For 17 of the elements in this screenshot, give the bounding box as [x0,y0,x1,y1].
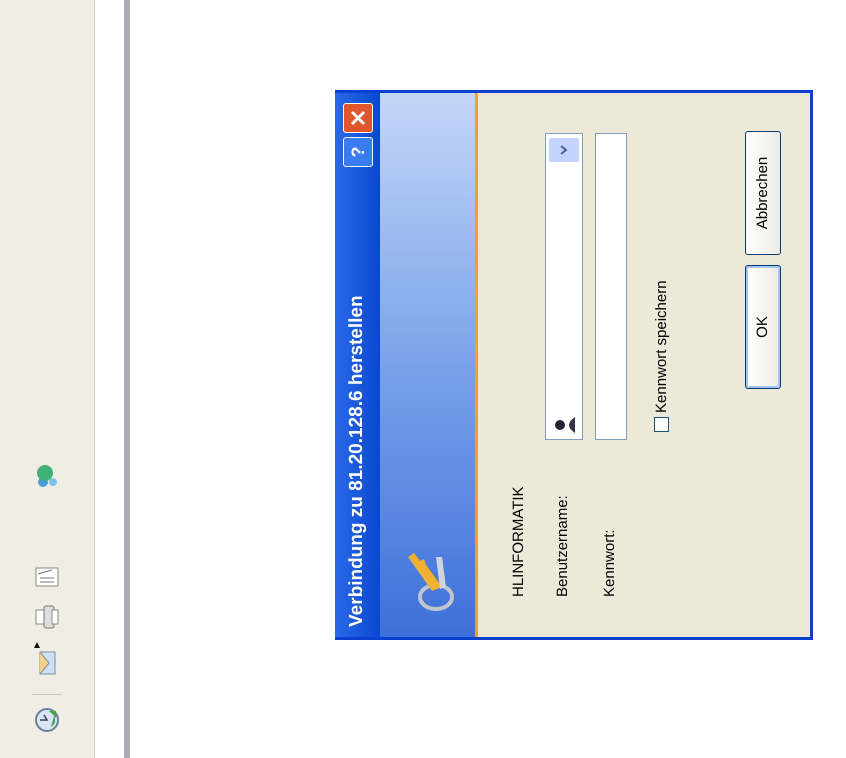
window-title: Verbindung zu 81.20.128.6 herstellen [345,294,368,627]
server-name: HLINFORMATIK [509,485,528,597]
password-label: Kennwort: [600,528,620,597]
checkbox[interactable] [654,417,670,432]
dropdown-triangle-icon[interactable] [34,642,40,648]
dropdown-button[interactable] [548,138,578,162]
chevron-down-icon [558,144,568,156]
dialog-button[interactable]: Abbrechen [745,131,781,255]
help-button[interactable]: ? [342,137,372,167]
username-label: Benutzername: [553,494,572,597]
refresh-globe-icon[interactable] [32,705,62,735]
dialog-button[interactable]: OK [745,265,781,389]
checkbox-label: Kennwort speichern [652,280,670,413]
close-icon [350,110,366,126]
username-combobox[interactable] [544,133,582,440]
close-button[interactable] [342,103,372,133]
password-field[interactable] [594,133,626,440]
